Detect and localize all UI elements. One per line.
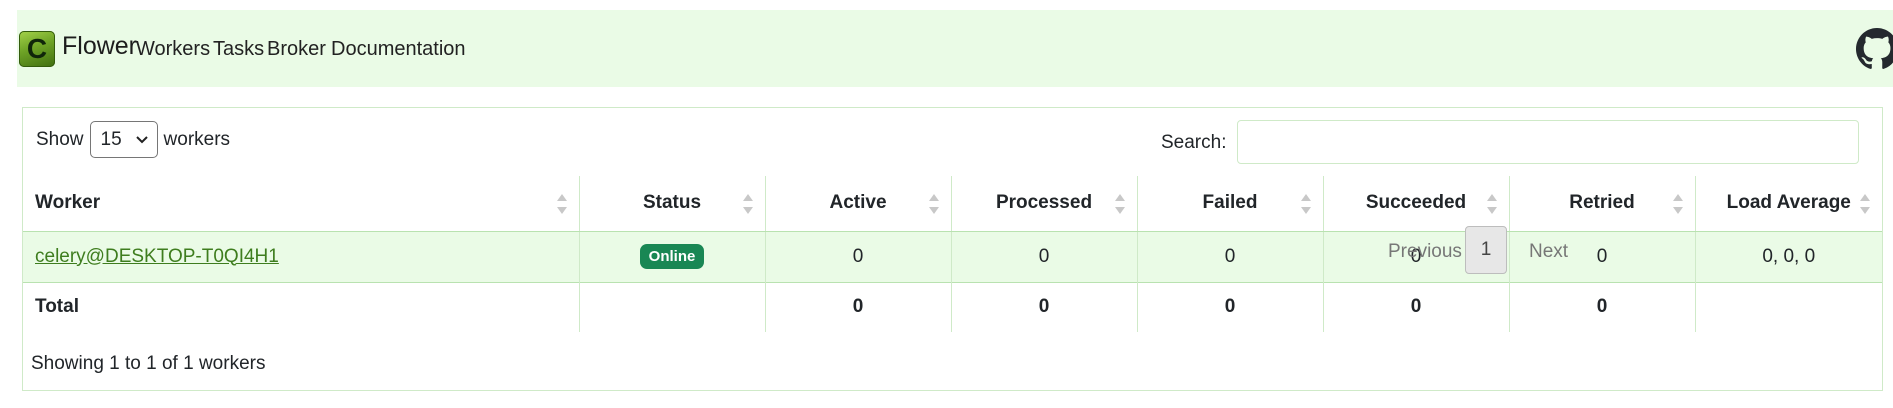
sort-icon	[1486, 194, 1497, 214]
total-load-average-cell	[1695, 282, 1882, 332]
table-info: Showing 1 to 1 of 1 workers	[31, 353, 266, 374]
column-header-active[interactable]: Active	[765, 176, 952, 232]
sort-icon	[928, 194, 939, 214]
column-header-processed[interactable]: Processed	[951, 176, 1138, 232]
sort-icon	[1300, 194, 1311, 214]
page-size-control: Show 15 workers	[36, 121, 230, 158]
sort-icon	[1860, 194, 1870, 214]
failed-cell: 0	[1137, 231, 1324, 282]
sort-icon	[1672, 194, 1683, 214]
search-label: Search:	[1161, 132, 1227, 153]
chevron-down-icon	[135, 135, 148, 143]
sort-icon	[556, 194, 567, 214]
next-button[interactable]: Next	[1529, 241, 1568, 289]
status-cell: Online	[579, 231, 766, 282]
total-active: 0	[765, 282, 952, 332]
navbar: C Flower Workers Tasks Broker Documentat…	[17, 10, 1893, 87]
nav-broker[interactable]: Broker	[267, 38, 326, 61]
total-succeeded: 0	[1323, 282, 1510, 332]
search-input[interactable]	[1237, 120, 1859, 164]
column-header-succeeded[interactable]: Succeeded	[1323, 176, 1510, 232]
worker-link[interactable]: celery@DESKTOP-T0QI4H1	[35, 246, 279, 267]
table-header-row: Worker Status Active Processed Failed Su…	[23, 176, 1882, 232]
nav-tasks[interactable]: Tasks	[213, 38, 264, 61]
sort-icon	[742, 194, 753, 214]
flower-logo-icon[interactable]: C	[19, 31, 55, 67]
github-icon[interactable]	[1856, 28, 1893, 70]
previous-button[interactable]: Previous	[1388, 241, 1462, 289]
sort-icon	[1114, 194, 1125, 214]
total-row: Total 0 0 0 0 0	[23, 282, 1882, 332]
entity-label: workers	[163, 128, 231, 150]
column-header-failed[interactable]: Failed	[1137, 176, 1324, 232]
page-size-value: 15	[100, 128, 122, 150]
column-header-load-average[interactable]: Load Average	[1695, 176, 1882, 232]
status-badge: Online	[639, 244, 705, 269]
column-header-status[interactable]: Status	[579, 176, 766, 232]
column-header-retried[interactable]: Retried	[1509, 176, 1696, 232]
table-row: celery@DESKTOP-T0QI4H1 Online 0 0 0 0 0 …	[23, 231, 1882, 282]
brand-name[interactable]: Flower	[62, 32, 137, 61]
workers-table: Worker Status Active Processed Failed Su…	[23, 176, 1882, 332]
show-label: Show	[36, 128, 84, 150]
page-1-button[interactable]: 1	[1465, 226, 1507, 274]
total-label: Total	[23, 282, 580, 332]
total-status-cell	[579, 282, 766, 332]
processed-cell: 0	[951, 231, 1138, 282]
column-header-worker[interactable]: Worker	[23, 176, 580, 232]
total-processed: 0	[951, 282, 1138, 332]
nav-workers[interactable]: Workers	[136, 38, 210, 61]
total-retried: 0	[1509, 282, 1696, 332]
worker-cell: celery@DESKTOP-T0QI4H1	[23, 231, 580, 282]
workers-table-card: Show 15 workers Search: Worker Status Ac…	[22, 107, 1883, 391]
load-average-cell: 0, 0, 0	[1762, 245, 1816, 267]
total-failed: 0	[1137, 282, 1324, 332]
nav-documentation[interactable]: Documentation	[331, 38, 466, 61]
page-size-select[interactable]: 15	[89, 121, 158, 158]
active-cell: 0	[765, 231, 952, 282]
